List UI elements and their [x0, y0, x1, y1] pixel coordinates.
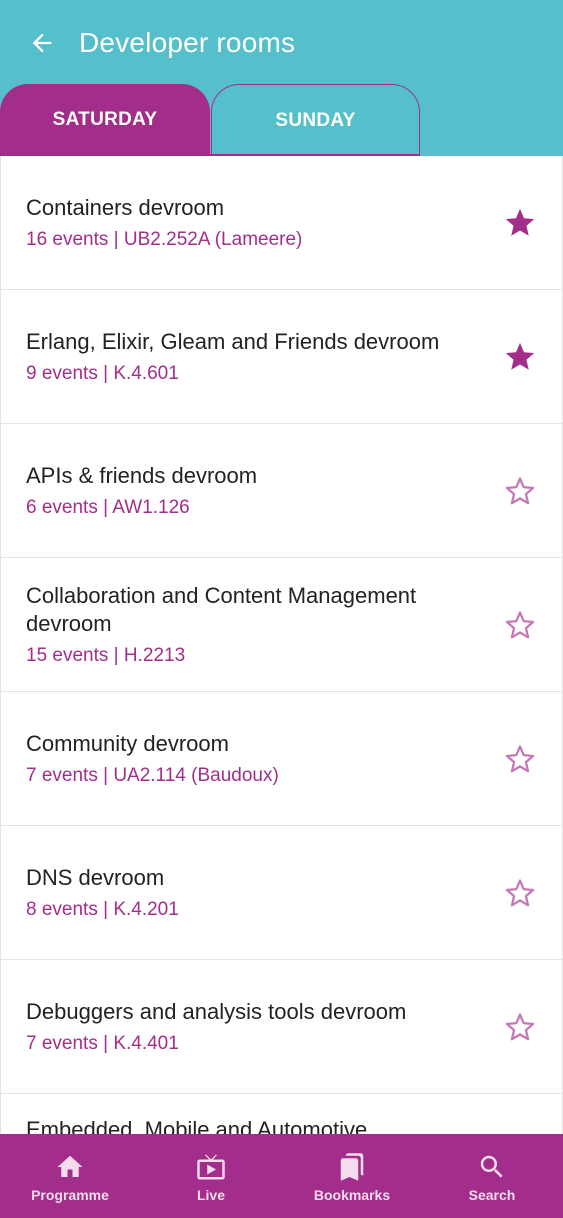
list-item[interactable]: Containers devroom 16 events | UB2.252A …	[1, 156, 562, 289]
nav-label: Bookmarks	[313, 1187, 391, 1203]
room-title: Containers devroom	[26, 194, 225, 220]
star-outline-icon[interactable]	[503, 876, 537, 910]
room-subtitle: 16 events | UB2.252A (Lameere)	[26, 228, 303, 250]
nav-programme[interactable]: Programme	[20, 1134, 120, 1218]
arrow-left-icon	[32, 33, 52, 53]
room-title: Embedded, Mobile and Automotive	[26, 1117, 368, 1134]
star-outline-icon[interactable]	[503, 608, 537, 642]
tab-saturday[interactable]: SATURDAY	[0, 84, 210, 156]
tab-sunday[interactable]: SUNDAY	[211, 84, 420, 156]
room-subtitle: 6 events | AW1.126	[26, 496, 190, 518]
nav-live[interactable]: Live	[161, 1134, 261, 1218]
star-outline-icon[interactable]	[503, 742, 537, 776]
star-filled-icon[interactable]	[503, 206, 537, 240]
list-item[interactable]: Erlang, Elixir, Gleam and Friends devroo…	[1, 290, 562, 423]
bottom-navigation: Programme Live Bookmarks Search	[0, 1134, 563, 1218]
list-item[interactable]: Community devroom 7 events | UA2.114 (Ba…	[1, 692, 562, 825]
list-item[interactable]: Embedded, Mobile and Automotive	[1, 1094, 562, 1134]
star-outline-icon[interactable]	[503, 1010, 537, 1044]
bookmarks-icon	[340, 1153, 364, 1181]
home-icon	[57, 1155, 83, 1177]
room-subtitle: 7 events | UA2.114 (Baudoux)	[26, 764, 279, 786]
room-subtitle: 9 events | K.4.601	[26, 362, 179, 384]
nav-label: Search	[468, 1187, 516, 1203]
nav-label: Programme	[31, 1187, 109, 1203]
room-list[interactable]: Containers devroom 16 events | UB2.252A …	[0, 156, 563, 1134]
nav-label: Live	[196, 1187, 225, 1203]
star-outline-icon[interactable]	[503, 474, 537, 508]
page-title: Developer rooms	[79, 27, 296, 58]
room-subtitle: 7 events | K.4.401	[26, 1032, 179, 1054]
nav-bookmarks[interactable]: Bookmarks	[302, 1134, 402, 1218]
tv-icon	[197, 1154, 225, 1180]
app-header: Developer rooms SATURDAY SUNDAY	[0, 0, 563, 156]
room-subtitle: 8 events | K.4.201	[26, 898, 179, 920]
nav-search[interactable]: Search	[442, 1134, 542, 1218]
toolbar: Developer rooms	[0, 0, 563, 86]
list-item[interactable]: Collaboration and Content Management dev…	[1, 558, 562, 691]
star-filled-icon[interactable]	[503, 340, 537, 374]
list-item[interactable]: APIs & friends devroom 6 events | AW1.12…	[1, 424, 562, 557]
back-button[interactable]	[19, 20, 65, 66]
list-item[interactable]: DNS devroom 8 events | K.4.201	[1, 826, 562, 959]
room-subtitle: 15 events | H.2213	[26, 644, 186, 666]
room-title: Community devroom	[26, 730, 229, 756]
list-item[interactable]: Debuggers and analysis tools devroom 7 e…	[1, 960, 562, 1093]
room-title: DNS devroom	[26, 864, 165, 890]
room-title: Erlang, Elixir, Gleam and Friends devroo…	[26, 328, 440, 354]
room-title: APIs & friends devroom	[26, 462, 258, 488]
search-icon	[480, 1155, 503, 1178]
room-title: Collaboration and Content Management dev…	[26, 582, 417, 636]
room-title: Debuggers and analysis tools devroom	[26, 998, 407, 1024]
